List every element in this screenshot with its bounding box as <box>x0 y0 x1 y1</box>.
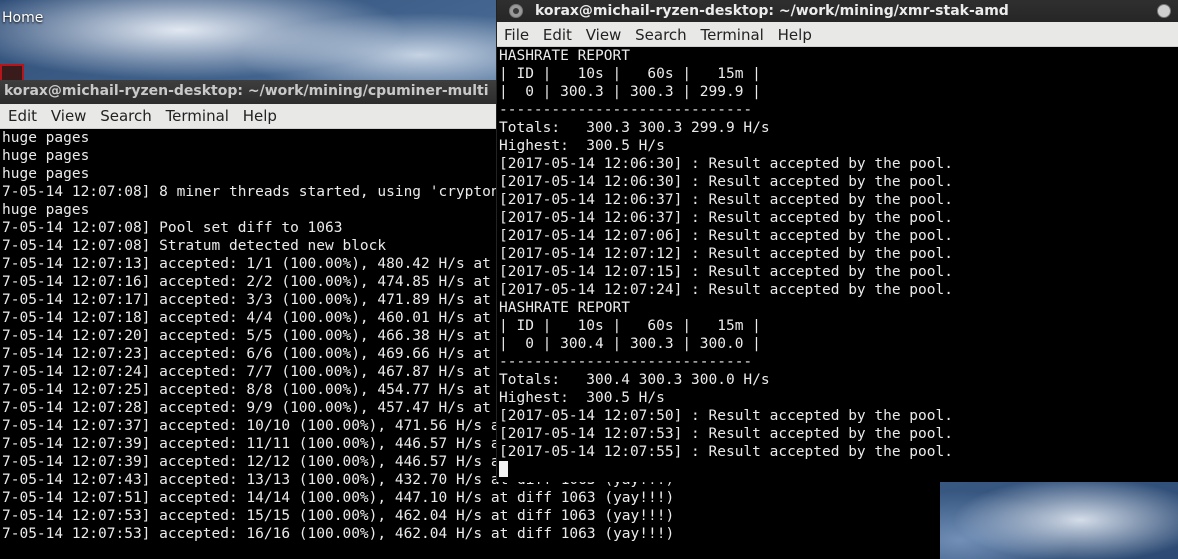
text-cursor <box>499 461 508 477</box>
menu-search[interactable]: Search <box>635 22 687 48</box>
menu-edit[interactable]: Edit <box>543 22 572 48</box>
terminal-line: [2017-05-14 12:07:15] : Result accepted … <box>499 264 953 280</box>
terminal-line: | ID | 10s | 60s | 15m | <box>499 66 761 82</box>
menu-terminal[interactable]: Terminal <box>166 104 229 128</box>
terminal-line: | ID | 10s | 60s | 15m | <box>499 318 761 334</box>
window-minimize-icon[interactable] <box>1157 4 1171 18</box>
menu-file[interactable]: File <box>504 22 529 48</box>
terminal-line: [2017-05-14 12:07:53] : Result accepted … <box>499 426 953 442</box>
menu-terminal[interactable]: Terminal <box>700 22 763 48</box>
titlebar-xmr-stak[interactable]: korax@michail-ryzen-desktop: ~/work/mini… <box>497 0 1178 22</box>
terminal-window-xmr-stak[interactable]: korax@michail-ryzen-desktop: ~/work/mini… <box>496 0 1178 482</box>
menubar-xmr-stak: File Edit View Search Terminal Help <box>497 22 1178 47</box>
terminal-line: [2017-05-14 12:06:37] : Result accepted … <box>499 210 953 226</box>
terminal-line: ----------------------------- <box>499 102 753 118</box>
desktop-icon-home-label[interactable]: Home <box>2 10 43 26</box>
terminal-line: Highest: 300.5 H/s <box>499 390 665 406</box>
terminal-line: | 0 | 300.4 | 300.3 | 300.0 | <box>499 336 761 352</box>
terminal-output-xmr-stak[interactable]: HASHRATE REPORT | ID | 10s | 60s | 15m | |… <box>497 47 1178 482</box>
terminal-line: 7-05-14 12:07:53] accepted: 16/16 (100.0… <box>2 526 675 542</box>
terminal-line: HASHRATE REPORT <box>499 48 630 64</box>
window-close-icon[interactable] <box>509 4 523 18</box>
terminal-line: [2017-05-14 12:06:30] : Result accepted … <box>499 174 953 190</box>
menu-help[interactable]: Help <box>778 22 812 48</box>
terminal-line: ----------------------------- <box>499 354 753 370</box>
terminal-line: Totals: 300.4 300.3 300.0 H/s <box>499 372 770 388</box>
terminal-line: [2017-05-14 12:06:37] : Result accepted … <box>499 192 953 208</box>
terminal-line: 7-05-14 12:07:53] accepted: 15/15 (100.0… <box>2 508 675 524</box>
menu-help[interactable]: Help <box>243 104 277 128</box>
terminal-line: [2017-05-14 12:07:12] : Result accepted … <box>499 246 953 262</box>
terminal-line: HASHRATE REPORT <box>499 300 630 316</box>
menu-search[interactable]: Search <box>100 104 152 128</box>
terminal-line: 7-05-14 12:07:51] accepted: 14/14 (100.0… <box>2 490 675 506</box>
terminal-prompt-line[interactable] <box>499 461 1178 479</box>
terminal-line: [2017-05-14 12:07:06] : Result accepted … <box>499 228 953 244</box>
terminal-line: [2017-05-14 12:07:50] : Result accepted … <box>499 408 953 424</box>
terminal-line: [2017-05-14 12:06:30] : Result accepted … <box>499 156 953 172</box>
menu-edit[interactable]: Edit <box>8 104 37 128</box>
terminal-line: | 0 | 300.3 | 300.3 | 299.9 | <box>499 84 761 100</box>
terminal-line: Totals: 300.3 300.3 299.9 H/s <box>499 120 770 136</box>
menu-view[interactable]: View <box>51 104 87 128</box>
menu-view[interactable]: View <box>586 22 622 48</box>
terminal-line: [2017-05-14 12:07:24] : Result accepted … <box>499 282 953 298</box>
window-title: korax@michail-ryzen-desktop: ~/work/mini… <box>4 83 489 99</box>
terminal-line: Highest: 300.5 H/s <box>499 138 665 154</box>
window-title: korax@michail-ryzen-desktop: ~/work/mini… <box>535 3 1009 19</box>
terminal-line: [2017-05-14 12:07:55] : Result accepted … <box>499 444 953 460</box>
